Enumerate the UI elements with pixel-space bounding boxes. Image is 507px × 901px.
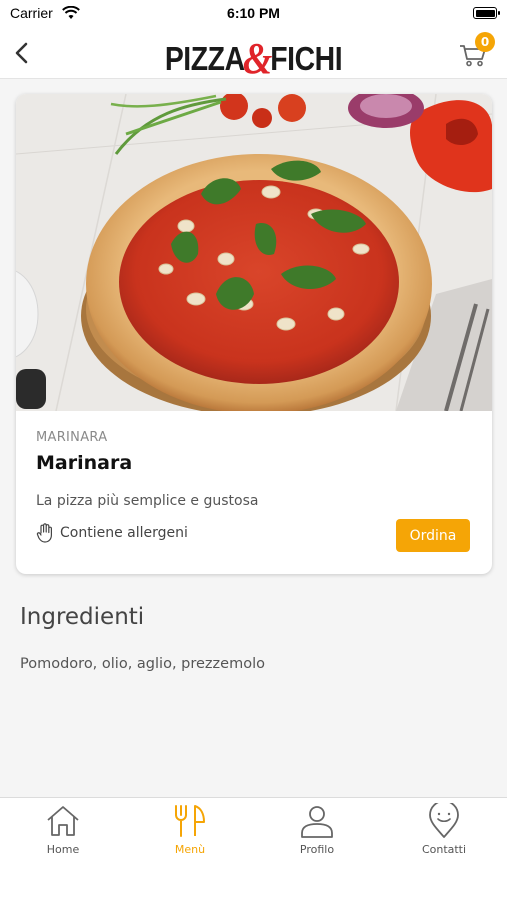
location-pin-icon (429, 803, 459, 838)
logo-text-right: FICHI (270, 40, 343, 77)
allergens-label: Contiene allergeni (60, 525, 188, 541)
order-button[interactable]: Ordina (396, 519, 470, 552)
allergens-info[interactable]: Contiene allergeni (36, 523, 188, 543)
home-icon (47, 806, 79, 836)
tab-menu[interactable]: Menù (127, 798, 253, 868)
tab-home[interactable]: Home (0, 798, 126, 868)
status-time: 6:10 PM (227, 5, 280, 21)
tab-home-label: Home (46, 843, 80, 856)
product-category: MARINARA (36, 430, 108, 445)
brand-logo: PIZZA&FICHI (35, 30, 471, 83)
ingredients-text: Pomodoro, olio, aglio, prezzemolo (20, 656, 265, 672)
logo-text-left: PIZZA (164, 40, 245, 77)
tab-contacts-label: Contatti (421, 843, 467, 856)
pizza-photo (16, 94, 492, 411)
tab-bar: Home Menù Profilo Contatti (0, 797, 507, 901)
back-arrow-icon[interactable] (8, 38, 38, 68)
status-bar: Carrier 6:10 PM (0, 0, 507, 28)
product-description: La pizza più semplice e gustosa (36, 493, 259, 509)
battery-icon (473, 7, 500, 19)
tab-menu-label: Menù (174, 843, 206, 856)
hand-icon (36, 523, 52, 543)
tab-profile-label: Profilo (299, 843, 335, 856)
tab-profile[interactable]: Profilo (254, 798, 380, 868)
product-name: Marinara (36, 452, 133, 474)
logo-ampersand: & (242, 34, 272, 83)
product-card: MARINARA Marinara La pizza più semplice … (16, 94, 492, 574)
user-icon (301, 806, 333, 838)
tab-contacts[interactable]: Contatti (381, 798, 507, 868)
cutlery-icon (175, 805, 205, 837)
cart-count-badge[interactable]: 0 (475, 32, 495, 52)
nav-bar: PIZZA&FICHI 0 (0, 28, 507, 83)
ingredients-title: Ingredienti (20, 604, 145, 630)
